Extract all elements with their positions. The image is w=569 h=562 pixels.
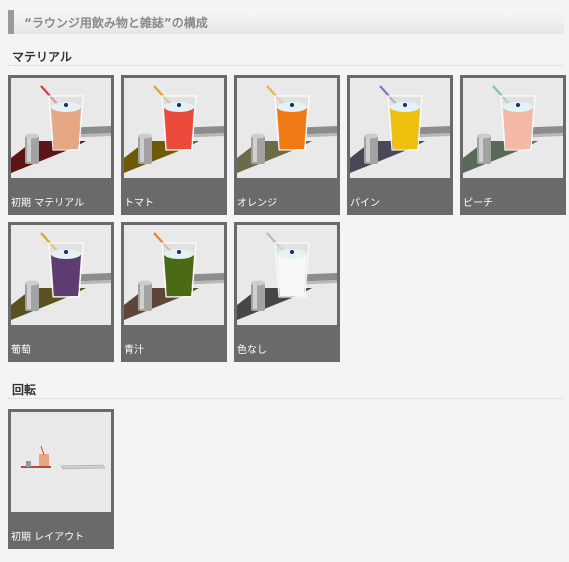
drink-render-image	[124, 225, 224, 325]
page-title: “ラウンジ用飲み物と雑誌”の構成	[24, 16, 208, 30]
section-heading-label: マテリアル	[12, 50, 72, 64]
layout-render-image	[11, 412, 111, 512]
drink-render-image	[11, 225, 111, 325]
thumbnail-card[interactable]: 葡萄	[8, 222, 114, 362]
thumbnail-card[interactable]: トマト	[121, 75, 227, 215]
drink-render-image	[124, 78, 224, 178]
page-header: “ラウンジ用飲み物と雑誌”の構成	[8, 10, 564, 34]
thumbnail-card[interactable]: 青汁	[121, 222, 227, 362]
card-label: ピーチ	[463, 198, 493, 209]
section-heading-material: マテリアル	[8, 46, 564, 66]
card-label: トマト	[124, 198, 154, 209]
thumbnail-card[interactable]: パイン	[347, 75, 453, 215]
card-label: 初期 マテリアル	[11, 198, 85, 209]
drink-render-image	[237, 78, 337, 178]
thumbnail-card[interactable]: 初期 レイアウト	[8, 409, 114, 549]
drink-render-image	[237, 225, 337, 325]
thumbnail-card[interactable]: 色なし	[234, 222, 340, 362]
card-label: 青汁	[124, 345, 144, 356]
thumbnail-card[interactable]: ピーチ	[460, 75, 566, 215]
card-label: 初期 レイアウト	[11, 532, 85, 543]
thumbnail-card[interactable]: 初期 マテリアル	[8, 75, 114, 215]
thumbnail-card[interactable]: オレンジ	[234, 75, 340, 215]
card-label: 葡萄	[11, 345, 31, 356]
drink-render-image	[463, 78, 563, 178]
drink-render-image	[350, 78, 450, 178]
section-heading-label: 回転	[12, 383, 37, 397]
card-label: オレンジ	[237, 198, 277, 209]
card-label: 色なし	[237, 345, 267, 356]
drink-render-image	[11, 78, 111, 178]
card-label: パイン	[350, 198, 380, 209]
section-heading-rotation: 回転	[8, 379, 564, 399]
